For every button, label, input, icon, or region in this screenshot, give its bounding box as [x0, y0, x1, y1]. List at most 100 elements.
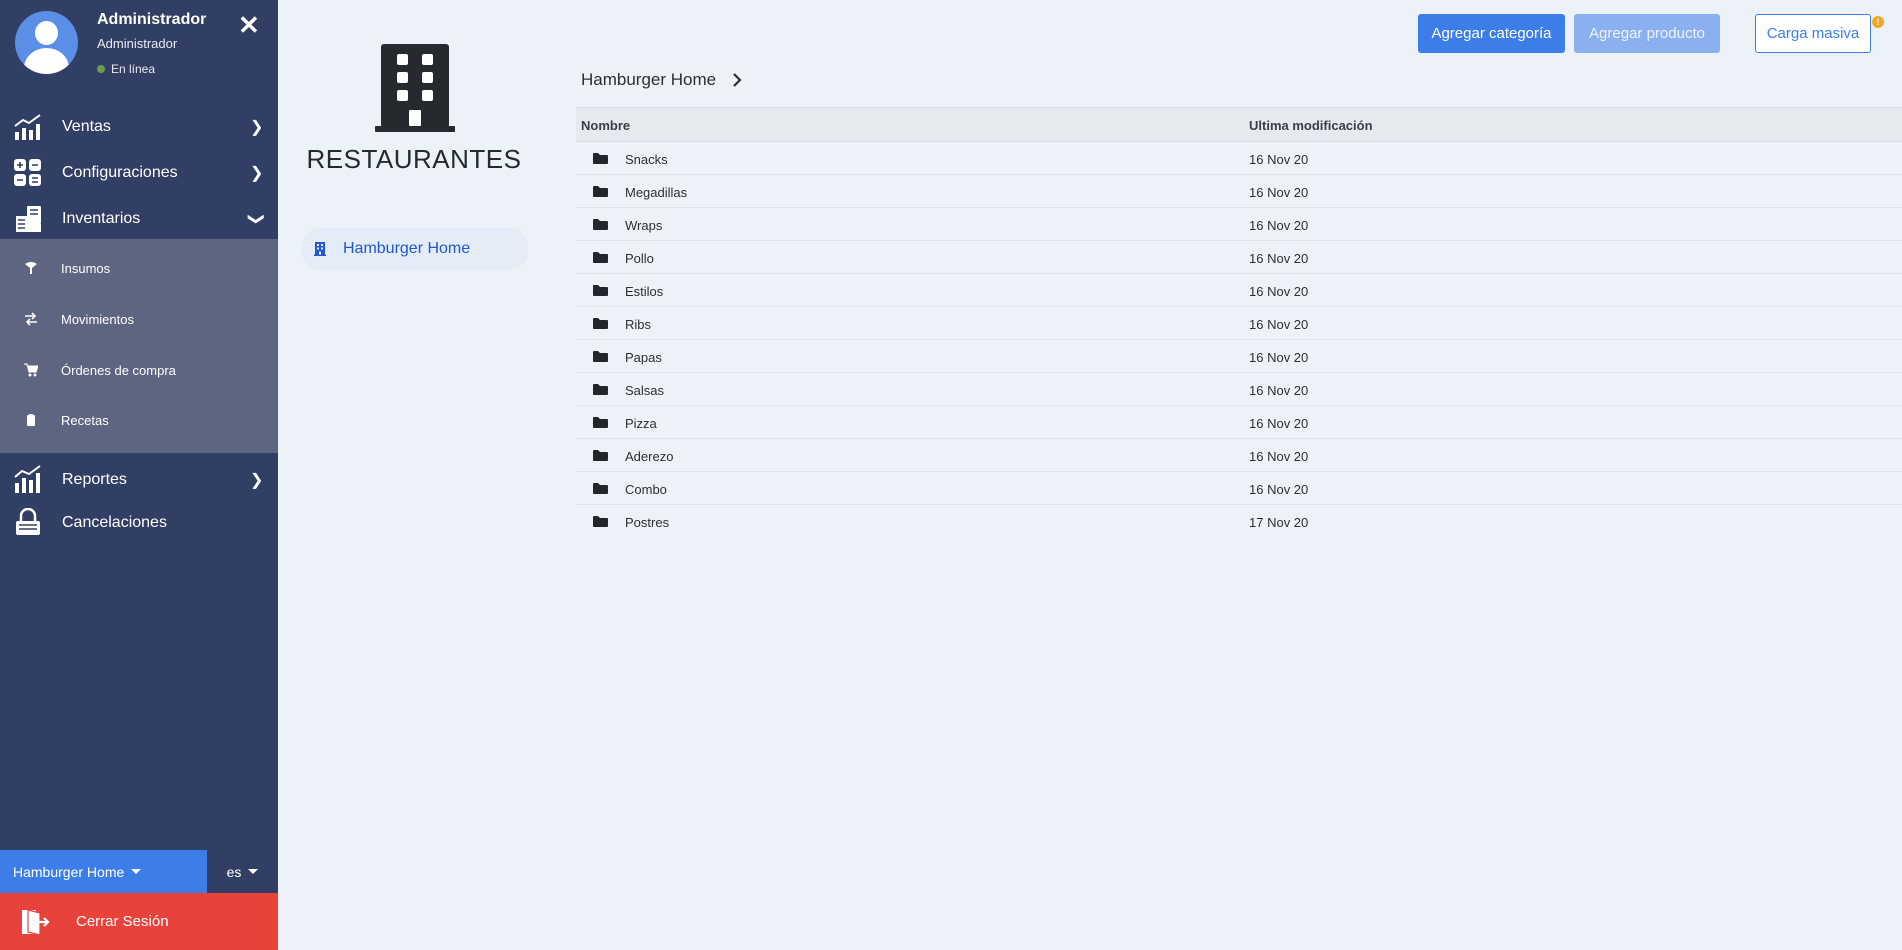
- restaurant-item-label: Hamburger Home: [343, 240, 471, 257]
- building-small-icon: [314, 242, 326, 256]
- row-modified: 16 Nov 20: [1249, 449, 1309, 464]
- user-profile: Administrador Administrador En línea ✕: [0, 0, 278, 96]
- inventory-icon: [16, 206, 41, 232]
- chevron-right-icon: ❯: [250, 472, 264, 489]
- online-status: En línea: [97, 62, 155, 76]
- building-icon: [375, 44, 455, 132]
- row-modified: 16 Nov 20: [1249, 383, 1309, 398]
- row-modified: 16 Nov 20: [1249, 251, 1309, 266]
- table-row[interactable]: Megadillas 16 Nov 20: [576, 175, 1902, 208]
- chevron-right-icon: ❯: [250, 119, 264, 136]
- logout-icon: [22, 909, 50, 936]
- table-row[interactable]: Papas 16 Nov 20: [576, 340, 1902, 373]
- table-row[interactable]: Pizza 16 Nov 20: [576, 406, 1902, 439]
- nav-configuraciones[interactable]: Configuraciones ❯: [0, 151, 278, 195]
- nav-inventarios-label: Inventarios: [62, 210, 141, 227]
- folder-icon: [593, 417, 608, 428]
- ingredients-icon: [25, 262, 37, 274]
- nav-cancelaciones-label: Cancelaciones: [62, 514, 167, 531]
- nav-reportes[interactable]: Reportes ❯: [0, 458, 278, 502]
- chevron-right-icon: [733, 73, 742, 87]
- row-name: Estilos: [625, 284, 664, 299]
- row-modified: 16 Nov 20: [1249, 218, 1309, 233]
- restaurant-dropdown[interactable]: Hamburger Home: [0, 850, 207, 893]
- table-row[interactable]: Combo 16 Nov 20: [576, 472, 1902, 505]
- logout-button[interactable]: Cerrar Sesión: [0, 893, 278, 950]
- submenu-ordenes-label: Órdenes de compra: [61, 362, 176, 378]
- info-badge-icon[interactable]: !: [1872, 16, 1884, 28]
- folder-icon: [593, 483, 608, 494]
- row-name: Ribs: [625, 317, 652, 332]
- language-label: es: [226, 863, 242, 880]
- row-modified: 16 Nov 20: [1249, 317, 1309, 332]
- table-row[interactable]: Pollo 16 Nov 20: [576, 241, 1902, 274]
- row-name: Salsas: [625, 383, 665, 398]
- folder-icon: [593, 351, 608, 362]
- row-name: Megadillas: [625, 185, 688, 200]
- status-dot-icon: [97, 65, 105, 73]
- row-modified: 16 Nov 20: [1249, 350, 1309, 365]
- folder-icon: [593, 450, 608, 461]
- inventarios-submenu: Insumos Movimientos Órdenes de compra Re…: [0, 239, 278, 453]
- row-modified: 17 Nov 20: [1249, 515, 1309, 530]
- folder-icon: [593, 285, 608, 296]
- user-name: Administrador: [97, 11, 207, 28]
- restaurant-dropdown-label: Hamburger Home: [13, 863, 125, 880]
- row-name: Papas: [625, 350, 662, 365]
- chevron-down-icon: ❯: [247, 212, 265, 226]
- nav-inventarios[interactable]: Inventarios ❯: [0, 197, 278, 241]
- folder-icon: [593, 384, 608, 395]
- restaurants-panel: RESTAURANTES Hamburger Home: [278, 0, 568, 950]
- table-row[interactable]: Wraps 16 Nov 20: [576, 208, 1902, 241]
- submenu-ordenes[interactable]: Órdenes de compra: [0, 350, 278, 390]
- column-header-name[interactable]: Nombre: [581, 118, 630, 133]
- table-row[interactable]: Ribs 16 Nov 20: [576, 307, 1902, 340]
- folder-icon: [593, 252, 608, 263]
- sales-chart-icon: [14, 114, 41, 140]
- folder-icon: [593, 219, 608, 230]
- restaurant-item-hamburger-home[interactable]: Hamburger Home: [302, 228, 528, 270]
- language-dropdown[interactable]: es: [207, 850, 278, 893]
- table-row[interactable]: Postres 17 Nov 20: [576, 505, 1902, 538]
- submenu-insumos[interactable]: Insumos: [0, 248, 278, 288]
- nav-cancelaciones[interactable]: Cancelaciones: [0, 501, 278, 545]
- submenu-insumos-label: Insumos: [61, 260, 111, 276]
- submenu-movimientos[interactable]: Movimientos: [0, 299, 278, 339]
- breadcrumb: Hamburger Home: [581, 70, 742, 90]
- sidebar-footer: Hamburger Home es: [0, 850, 278, 893]
- row-modified: 16 Nov 20: [1249, 416, 1309, 431]
- table-row[interactable]: Salsas 16 Nov 20: [576, 373, 1902, 406]
- submenu-movimientos-label: Movimientos: [61, 311, 134, 327]
- clipboard-icon: [27, 414, 35, 426]
- row-name: Snacks: [625, 152, 668, 167]
- categories-table: Nombre Ultima modificación Snacks 16 Nov …: [576, 107, 1902, 538]
- chevron-right-icon: ❯: [250, 165, 264, 182]
- add-category-button[interactable]: Agregar categoría: [1418, 14, 1565, 53]
- table-body: Snacks 16 Nov 20 Megadillas 16 Nov 20 Wraps 1…: [576, 142, 1902, 538]
- submenu-recetas[interactable]: Recetas: [0, 400, 278, 440]
- folder-icon: [593, 186, 608, 197]
- breadcrumb-item[interactable]: Hamburger Home: [581, 70, 716, 90]
- add-product-button[interactable]: Agregar producto: [1574, 14, 1720, 53]
- row-name: Combo: [625, 482, 667, 497]
- lock-icon: [16, 508, 40, 535]
- nav-ventas[interactable]: Ventas ❯: [0, 105, 278, 149]
- row-name: Pizza: [625, 416, 657, 431]
- column-header-modified[interactable]: Ultima modificación: [1249, 118, 1373, 133]
- table-row[interactable]: Snacks 16 Nov 20: [576, 142, 1902, 175]
- table-row[interactable]: Aderezo 16 Nov 20: [576, 439, 1902, 472]
- table-row[interactable]: Estilos 16 Nov 20: [576, 274, 1902, 307]
- bulk-upload-button[interactable]: Carga masiva: [1755, 14, 1871, 53]
- cart-icon: [24, 363, 38, 377]
- exchange-icon: [25, 312, 37, 326]
- nav-reportes-label: Reportes: [62, 471, 127, 488]
- close-icon[interactable]: ✕: [238, 12, 260, 38]
- row-name: Wraps: [625, 218, 663, 233]
- table-header: Nombre Ultima modificación: [576, 107, 1902, 142]
- status-label: En línea: [111, 62, 156, 76]
- nav-configuraciones-label: Configuraciones: [62, 164, 178, 181]
- row-modified: 16 Nov 20: [1249, 185, 1309, 200]
- nav-ventas-label: Ventas: [62, 118, 111, 135]
- row-name: Postres: [625, 515, 670, 530]
- restaurants-title: RESTAURANTES: [306, 144, 522, 174]
